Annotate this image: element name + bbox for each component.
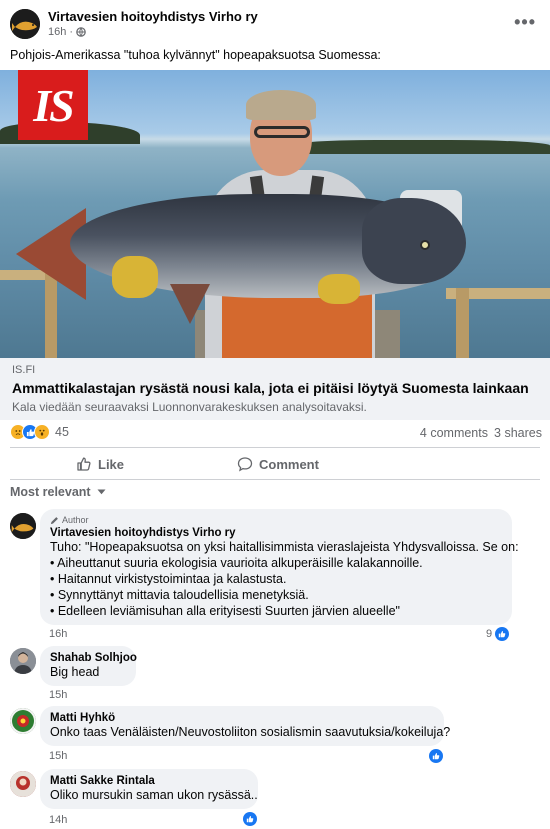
comment-time[interactable]: 15h <box>49 689 67 701</box>
comment-bubble: Shahab Solhjoo Big head <box>40 646 137 686</box>
comment-button[interactable]: Comment <box>237 452 319 476</box>
image-fish-fin <box>170 284 210 324</box>
fish-logo-icon <box>10 513 36 539</box>
pencil-icon <box>50 516 58 524</box>
divider <box>10 479 540 480</box>
image-glasses <box>254 126 310 138</box>
comment-line: • Synnyttänyt mittavia taloudellisia men… <box>50 588 309 602</box>
page-avatar[interactable] <box>10 9 40 39</box>
avatar[interactable] <box>10 771 36 797</box>
comment-bubble: Matti Sakke Rintala Oliko mursukin saman… <box>40 769 258 809</box>
post-meta: 16h · <box>48 26 86 38</box>
comment-label: Comment <box>259 456 319 472</box>
link-card[interactable]: IS.FI Ammattikalastajan rysästä nousi ka… <box>0 358 550 420</box>
image-fish-eye <box>420 240 430 250</box>
like-label: Like <box>98 456 125 472</box>
comments-count[interactable]: 4 comments <box>420 426 488 440</box>
comment-author[interactable]: Shahab Solhjoo <box>50 652 137 664</box>
globe-icon <box>76 27 86 37</box>
author-badge: Author <box>50 515 502 525</box>
comment-reactions[interactable]: 9 <box>486 627 510 641</box>
thumbs-up-icon <box>77 457 91 471</box>
comment-author[interactable]: Matti Hyhkö <box>50 712 434 724</box>
post-time[interactable]: 16h <box>48 26 66 38</box>
comment-author[interactable]: Virtavesien hoitoyhdistys Virho ry <box>50 527 502 539</box>
comment-author[interactable]: Matti Sakke Rintala <box>50 775 248 787</box>
image-glove <box>318 274 360 304</box>
comment-time[interactable]: 15h <box>49 750 67 762</box>
stats-row: 45 4 comments 3 shares <box>0 424 550 444</box>
link-preview-image[interactable]: IS <box>0 70 550 358</box>
image-cap <box>246 90 316 120</box>
comment-line: • Aiheuttanut suuria ekologisia vaurioit… <box>50 556 423 570</box>
link-description: Kala viedään seuraavaksi Luonnonvarakesk… <box>12 400 367 414</box>
comment-reactions[interactable] <box>429 749 443 763</box>
wow-icon <box>34 424 50 440</box>
comment-text: Onko taas Venäläisten/Neuvostoliiton sos… <box>50 725 451 739</box>
comment-reactions[interactable] <box>243 812 257 826</box>
comment-line: • Edelleen leviämisuhan alla erityisesti… <box>50 604 400 618</box>
reaction-count: 45 <box>55 425 69 439</box>
comment-text: Oliko mursukin saman ukon rysässä.. <box>50 788 258 802</box>
post-text: Pohjois-Amerikassa "tuhoa kylvännyt" hop… <box>10 48 381 62</box>
comment-text: Big head <box>50 665 100 679</box>
image-railing-post <box>456 288 469 358</box>
is-logo: IS <box>18 70 88 140</box>
caret-down-icon <box>97 489 106 495</box>
comment-time[interactable]: 14h <box>49 814 67 826</box>
comment-bubble: Matti Hyhkö Onko taas Venäläisten/Neuvos… <box>40 706 451 746</box>
image-treeline <box>300 140 550 154</box>
comment-line: • Haitannut virkistystoimintaa ja kalast… <box>50 572 287 586</box>
page-name[interactable]: Virtavesien hoitoyhdistys Virho ry <box>48 9 258 24</box>
comment-time[interactable]: 16h <box>49 628 67 640</box>
more-options-icon[interactable]: ••• <box>514 12 536 33</box>
comment-line: Tuho: "Hopeapaksuotsa on yksi haitallisi… <box>50 540 519 554</box>
avatar[interactable] <box>10 513 36 539</box>
reactions-summary[interactable]: 45 <box>10 424 69 440</box>
fish-logo-icon <box>10 9 40 39</box>
comment-sort-dropdown[interactable]: Most relevant <box>10 485 106 499</box>
like-icon <box>429 749 443 763</box>
like-icon <box>243 812 257 826</box>
avatar[interactable] <box>10 648 36 674</box>
author-badge-label: Author <box>62 515 89 525</box>
post-header: Virtavesien hoitoyhdistys Virho ry 16h ·… <box>0 0 550 42</box>
avatar[interactable] <box>10 708 36 734</box>
sort-label: Most relevant <box>10 485 91 499</box>
image-glove <box>112 256 158 298</box>
link-title: Ammattikalastajan rysästä nousi kala, jo… <box>12 380 529 396</box>
like-button[interactable]: Like <box>76 452 124 476</box>
comment-like-count: 9 <box>486 628 493 640</box>
user-photo-icon <box>10 771 36 797</box>
shares-count[interactable]: 3 shares <box>494 426 542 440</box>
divider <box>10 447 540 448</box>
emblem-avatar-icon <box>10 708 36 734</box>
comment-bubble: Author Virtavesien hoitoyhdistys Virho r… <box>40 509 519 625</box>
comment-bubble-icon <box>237 457 253 472</box>
user-photo-icon <box>10 648 36 674</box>
link-domain: IS.FI <box>12 364 36 376</box>
like-icon <box>495 627 510 641</box>
image-fish-head <box>362 198 466 284</box>
